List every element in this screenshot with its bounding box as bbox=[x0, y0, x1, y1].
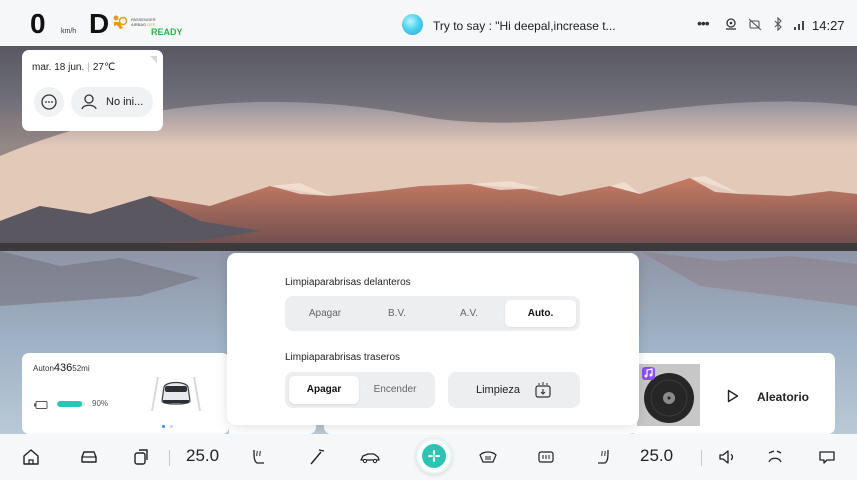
front-defrost-icon[interactable] bbox=[478, 447, 498, 467]
wiper-icon[interactable] bbox=[307, 447, 327, 467]
rear-defrost-icon[interactable] bbox=[536, 447, 556, 467]
music-card[interactable]: Aleatorio bbox=[629, 353, 835, 434]
front-wiper-option-auto[interactable]: Auto. bbox=[505, 300, 576, 327]
wiper-clean-button[interactable]: Limpieza bbox=[448, 372, 580, 408]
range-label: Auton43652mi bbox=[33, 362, 90, 374]
range-prefix: Auton bbox=[33, 364, 54, 373]
vehicle-range-card[interactable]: Auton43652mi 90% bbox=[22, 353, 229, 434]
airbag-line2: AIRBAG bbox=[131, 22, 147, 27]
user-label: No ini... bbox=[106, 96, 144, 108]
washer-spray-icon bbox=[535, 382, 551, 398]
date-temperature: mar. 18 jun. | 27℃ bbox=[32, 62, 116, 73]
chat-button[interactable] bbox=[34, 87, 64, 117]
airbag-status: PASSENGER AIRBAG OFF bbox=[131, 17, 171, 27]
front-wiper-label: Limpiaparabrisas delanteros bbox=[285, 277, 411, 288]
location-pin-icon[interactable] bbox=[724, 17, 738, 31]
page-dot bbox=[170, 425, 173, 428]
front-wiper-selector: Apagar B.V. A.V. Auto. bbox=[285, 296, 580, 331]
page-indicator bbox=[162, 425, 182, 429]
seat-heat-right-icon[interactable] bbox=[594, 447, 614, 467]
voice-prompt[interactable]: Try to say : "Hi deepal,increase t... bbox=[433, 19, 616, 33]
clean-label: Limpieza bbox=[476, 384, 521, 396]
rear-wiper-option-on[interactable]: Encender bbox=[359, 376, 431, 404]
left-temperature[interactable]: 25.0 bbox=[186, 446, 219, 466]
chat-bubble-icon bbox=[41, 94, 57, 110]
steering-wheel-icon[interactable] bbox=[765, 447, 785, 467]
range-value: 436 bbox=[53, 362, 73, 374]
shuffle-label[interactable]: Aleatorio bbox=[757, 390, 809, 404]
climate-fan-button[interactable] bbox=[416, 438, 452, 474]
user-icon bbox=[81, 94, 97, 110]
music-app-icon bbox=[642, 367, 655, 380]
ready-indicator: READY bbox=[151, 27, 183, 37]
gear-indicator: D bbox=[89, 8, 110, 39]
rear-wiper-option-off[interactable]: Apagar bbox=[289, 376, 359, 404]
car-thumbnail bbox=[151, 376, 201, 412]
status-bar: 0 km/h D PASSENGER AIRBAG OFF READY Try … bbox=[0, 0, 857, 46]
signal-icon bbox=[794, 21, 804, 30]
rear-wiper-selector: Apagar Encender bbox=[285, 372, 435, 408]
fan-icon bbox=[422, 444, 446, 468]
wiper-settings-panel: Limpiaparabrisas delanteros Apagar B.V. … bbox=[227, 253, 639, 425]
front-wiper-option-off[interactable]: Apagar bbox=[289, 300, 361, 327]
home-icon[interactable] bbox=[21, 447, 41, 467]
battery-level-fill bbox=[57, 401, 83, 407]
speed-unit: km/h bbox=[61, 28, 77, 35]
date-label: mar. 18 jun. bbox=[32, 62, 85, 73]
bluetooth-icon[interactable] bbox=[771, 17, 785, 31]
car-side-icon[interactable] bbox=[360, 447, 380, 467]
speed-value: 0 bbox=[30, 8, 46, 39]
clock: 14:27 bbox=[812, 18, 845, 33]
camera-off-icon[interactable] bbox=[748, 17, 762, 31]
card-corner-icon bbox=[150, 56, 157, 63]
rear-wiper-label: Limpiaparabrisas traseros bbox=[285, 352, 401, 363]
car-icon[interactable] bbox=[79, 447, 99, 467]
dock-divider bbox=[169, 450, 170, 466]
bottom-dock: 25.0 25.0 bbox=[0, 434, 857, 480]
more-dots-icon[interactable]: ••• bbox=[697, 15, 710, 31]
seat-heat-icon[interactable] bbox=[248, 447, 268, 467]
date-weather-card[interactable]: mar. 18 jun. | 27℃ No ini... bbox=[22, 50, 163, 131]
page-dot-active bbox=[162, 425, 165, 428]
right-temperature[interactable]: 25.0 bbox=[640, 446, 673, 466]
play-icon[interactable] bbox=[727, 389, 739, 403]
battery-icon bbox=[34, 401, 48, 409]
volume-icon[interactable] bbox=[717, 447, 737, 467]
voice-assistant-icon[interactable] bbox=[402, 14, 423, 35]
battery-percent: 90% bbox=[92, 399, 109, 408]
chat-icon[interactable] bbox=[817, 447, 837, 467]
user-login-button[interactable]: No ini... bbox=[71, 87, 153, 117]
airbag-icon bbox=[113, 15, 127, 29]
front-wiper-option-low[interactable]: B.V. bbox=[361, 300, 433, 327]
apps-icon[interactable] bbox=[131, 447, 151, 467]
battery-level-bar bbox=[57, 401, 85, 407]
range-unit: 52mi bbox=[72, 364, 90, 373]
temperature-label: 27℃ bbox=[92, 62, 116, 73]
dock-divider bbox=[701, 450, 702, 466]
front-wiper-option-high[interactable]: A.V. bbox=[433, 300, 505, 327]
